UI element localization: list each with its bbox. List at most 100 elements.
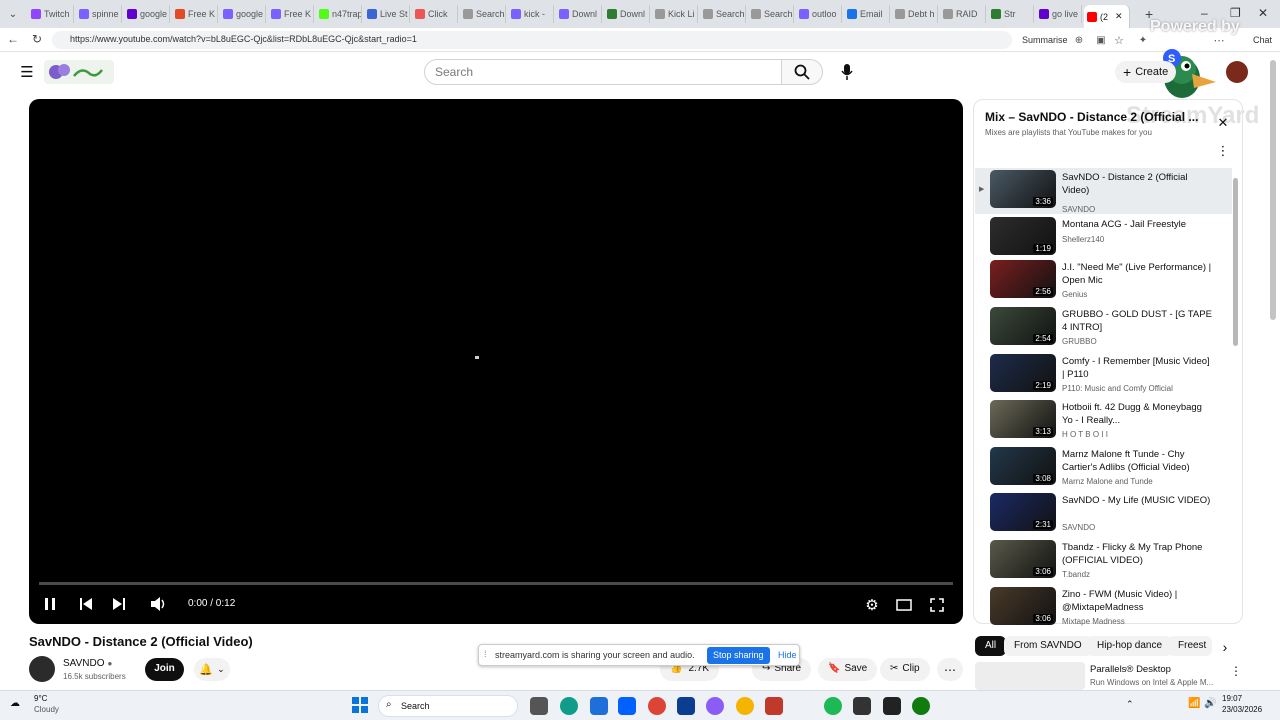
back-icon[interactable]: ←	[6, 32, 20, 46]
playlist-item-title[interactable]: GRUBBO - GOLD DUST - [G TAPE 4 INTRO]	[1062, 308, 1212, 334]
browser-tab[interactable]: Kick Li	[652, 5, 698, 23]
browser-tab[interactable]: google	[220, 5, 266, 23]
volume-tray-icon[interactable]: 🔊	[1204, 698, 1216, 709]
tab-list-chevron-icon[interactable]: ⌄	[6, 7, 20, 21]
browser-tab[interactable]: spinne	[76, 5, 122, 23]
extensions-puzzle-icon[interactable]: ✦	[1136, 33, 1150, 47]
search-input[interactable]: Search	[424, 59, 782, 85]
browser-tab[interactable]: (2 ✕	[1084, 5, 1130, 28]
chrome-icon[interactable]	[648, 697, 666, 715]
previous-icon[interactable]	[79, 597, 93, 611]
playlist-thumbnail[interactable]: 2:31	[990, 493, 1056, 531]
playlist-thumbnail[interactable]: 3:36	[990, 170, 1056, 208]
pause-icon[interactable]	[43, 597, 57, 611]
playlist-item-title[interactable]: Hotboii ft. 42 Dugg & Moneybagg Yo - I R…	[1062, 401, 1212, 427]
ad-thumbnail[interactable]	[975, 662, 1085, 690]
browser-tab[interactable]: Debt h	[892, 5, 938, 23]
playlist-item[interactable]: 2:19 Comfy - I Remember [Music Video] | P…	[975, 352, 1232, 398]
playlist-scrollbar[interactable]	[1233, 178, 1238, 346]
reading-list-icon[interactable]: ▣	[1094, 33, 1108, 47]
summarise-button[interactable]: Summarise	[1022, 35, 1068, 45]
browser-tab[interactable]: Click	[412, 5, 458, 23]
search-icon[interactable]	[781, 59, 823, 85]
next-icon[interactable]	[112, 597, 126, 611]
playlist-thumbnail[interactable]: 3:08	[990, 447, 1056, 485]
close-tab-icon[interactable]: ✕	[1115, 11, 1123, 22]
wifi-icon[interactable]: 📶	[1188, 698, 1200, 709]
browser-tab[interactable]: Live St	[364, 5, 410, 23]
browser-tab[interactable]: google	[124, 5, 170, 23]
join-button[interactable]: Join	[145, 658, 184, 681]
app-blue-icon[interactable]	[677, 697, 695, 715]
playlist-item[interactable]: 3:06 Zino - FWM (Music Video) | @MixtapeM…	[975, 585, 1232, 631]
filter-chip[interactable]: From SAVNDO	[1004, 636, 1092, 656]
theater-mode-icon[interactable]	[895, 598, 913, 612]
ad-menu-icon[interactable]: ⋮	[1230, 664, 1242, 678]
browser-tab[interactable]: RAID	[940, 5, 986, 23]
video-player[interactable]: 0:00 / 0:12 ⚙	[29, 99, 963, 624]
app-red-icon[interactable]	[765, 697, 783, 715]
clip-button[interactable]: ✂ Clip	[880, 658, 930, 681]
playlist-item-title[interactable]: Comfy - I Remember [Music Video] | P110	[1062, 355, 1212, 381]
xbox-icon[interactable]	[912, 697, 930, 715]
bookmark-star-icon[interactable]: ☆	[1112, 33, 1126, 47]
browser-tab[interactable]: go live	[1036, 5, 1082, 23]
url-field[interactable]: https://www.youtube.com/watch?v=bL8uEGC-…	[52, 31, 1012, 49]
chrome-alt-icon[interactable]	[736, 697, 754, 715]
playlist-item[interactable]: ▶ 3:36 SavNDO - Distance 2 (Official Video…	[975, 168, 1232, 214]
close-playlist-icon[interactable]: ✕	[1216, 115, 1230, 130]
playlist-item[interactable]: 1:19 Montana ACG - Jail Freestyle Shellerz…	[975, 215, 1232, 261]
playlist-item-title[interactable]: Marnz Malone ft Tunde - Chy Cartier's Ad…	[1062, 448, 1212, 474]
progress-bar[interactable]	[39, 582, 953, 585]
start-button[interactable]	[352, 697, 368, 713]
playlist-item-title[interactable]: Zino - FWM (Music Video) | @MixtapeMadne…	[1062, 588, 1212, 614]
playlist-item[interactable]: 2:31 SavNDO - My Life (MUSIC VIDEO) SAVNDO	[975, 491, 1232, 537]
youtube-logo[interactable]	[44, 60, 114, 84]
chat-button[interactable]: Chat	[1253, 35, 1272, 45]
channel-name[interactable]: SAVNDO ●	[63, 658, 112, 669]
browser-tab[interactable]: Free K	[172, 5, 218, 23]
page-scrollbar[interactable]	[1270, 60, 1276, 320]
store-icon[interactable]	[590, 697, 608, 715]
reload-icon[interactable]: ↻	[30, 32, 44, 46]
browser-tab[interactable]: Email	[844, 5, 890, 23]
playlist-item-title[interactable]: SavNDO - Distance 2 (Official Video)	[1062, 171, 1212, 197]
close-window-button[interactable]: ✕	[1258, 6, 1268, 20]
browser-tab[interactable]: Twitch	[28, 5, 74, 23]
playlist-item-title[interactable]: SavNDO - My Life (MUSIC VIDEO)	[1062, 494, 1212, 507]
playlist-item[interactable]: 3:08 Marnz Malone ft Tunde - Chy Cartier'…	[975, 445, 1232, 491]
playlist-thumbnail[interactable]: 3:06	[990, 587, 1056, 625]
playlist-thumbnail[interactable]: 2:54	[990, 307, 1056, 345]
extension-icon[interactable]: ⊕	[1072, 33, 1086, 47]
browser-tab[interactable]: Free K	[268, 5, 314, 23]
settings-gear-icon[interactable]: ⚙	[864, 597, 880, 614]
tray-chevron-icon[interactable]: ⌃	[1126, 699, 1134, 710]
browser-tab[interactable]: Str	[988, 5, 1034, 23]
hamburger-menu-icon[interactable]: ☰	[19, 64, 35, 81]
stop-sharing-button[interactable]: Stop sharing	[707, 647, 770, 664]
playlist-item[interactable]: 3:13 Hotboii ft. 42 Dugg & Moneybagg Yo -…	[975, 398, 1232, 444]
more-actions-icon[interactable]: ⋯	[937, 658, 963, 681]
playlist-menu-icon[interactable]: ⋮	[1216, 143, 1230, 158]
filter-chip[interactable]: Hip-hop dance	[1087, 636, 1173, 656]
channel-avatar[interactable]	[29, 656, 55, 682]
playlist-item[interactable]: 2:56 J.I. "Need Me" (Live Performance) | …	[975, 258, 1232, 304]
browser-tab[interactable]: Search	[748, 5, 794, 23]
browser-tab[interactable]: Search	[700, 5, 746, 23]
copilot-icon[interactable]	[706, 697, 724, 715]
playlist-thumbnail[interactable]: 3:13	[990, 400, 1056, 438]
browser-tab[interactable]: n47trap	[316, 5, 362, 23]
playlist-item-title[interactable]: Montana ACG - Jail Freestyle	[1062, 218, 1212, 231]
playlist-thumbnail[interactable]: 3:06	[990, 540, 1056, 578]
drag-handle-icon[interactable]: ⁞	[484, 649, 487, 659]
edge-icon[interactable]	[560, 697, 578, 715]
ad-title[interactable]: Parallels® Desktop	[1090, 664, 1171, 675]
weather-icon[interactable]: ☁	[10, 698, 20, 709]
browser-tab[interactable]: Search	[460, 5, 506, 23]
playlist-item[interactable]: 2:54 GRUBBO - GOLD DUST - [G TAPE 4 INTRO…	[975, 305, 1232, 351]
browser-tab[interactable]: Downl	[556, 5, 602, 23]
browser-tab[interactable]: kick -	[508, 5, 554, 23]
playlist-item-title[interactable]: J.I. "Need Me" (Live Performance) | Open…	[1062, 261, 1212, 287]
task-view-icon[interactable]	[530, 697, 548, 715]
app-grey-icon[interactable]	[853, 697, 871, 715]
